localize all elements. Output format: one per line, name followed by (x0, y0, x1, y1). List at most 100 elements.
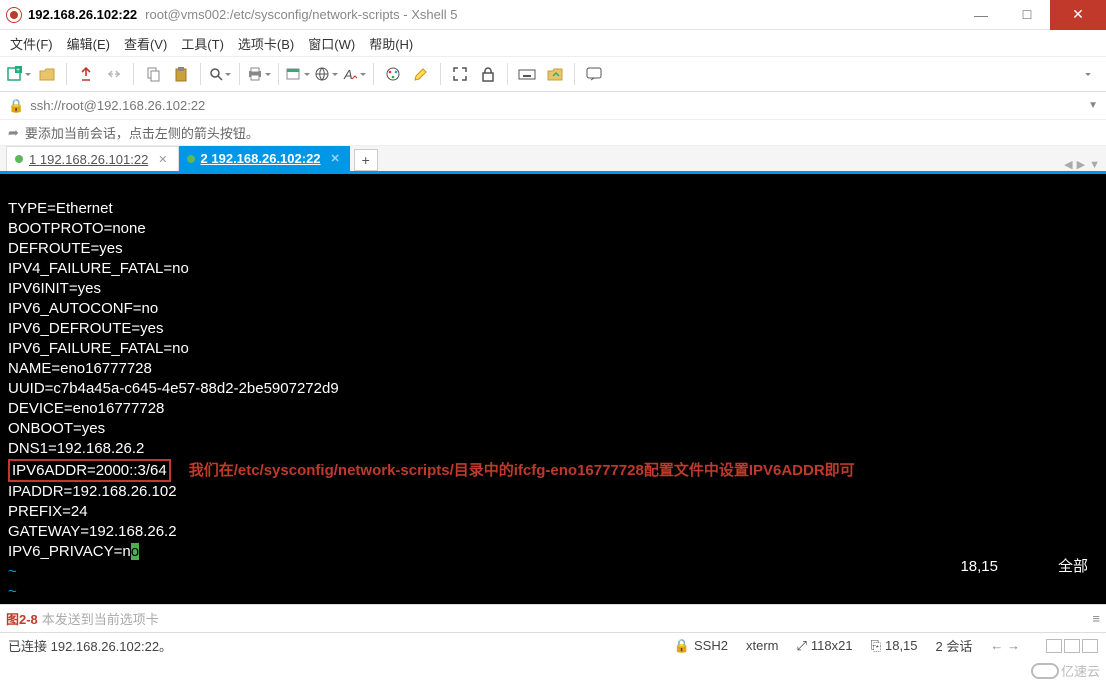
watermark-text: 亿速云 (1061, 661, 1100, 680)
disconnect-button[interactable] (101, 61, 127, 87)
find-button[interactable] (207, 61, 233, 87)
app-icon (6, 7, 22, 23)
terminal-line: IPV6_FAILURE_FATAL=no (8, 340, 189, 357)
status-dot-icon (187, 155, 195, 163)
toolbar-separator (200, 63, 201, 85)
help-button[interactable] (581, 61, 607, 87)
vim-status: 18,15全部 (960, 557, 1088, 576)
menu-view[interactable]: 查看(V) (124, 34, 167, 53)
status-dot-icon (15, 155, 23, 163)
send-menu-button[interactable]: ≡ (1092, 611, 1100, 626)
reconnect-button[interactable] (73, 61, 99, 87)
terminal-line: BOOTPROTO=none (8, 220, 146, 237)
terminal-line: DNS1=192.168.26.2 (8, 440, 144, 457)
highlighted-line: IPV6ADDR=2000::3/64 (8, 459, 171, 482)
figure-label: 图2-8 (6, 609, 38, 628)
copy-button[interactable] (140, 61, 166, 87)
annotation-text: 我们在/etc/sysconfig/network-scripts/目录中的if… (189, 462, 855, 479)
menu-window[interactable]: 窗口(W) (308, 34, 355, 53)
open-button[interactable] (34, 61, 60, 87)
tab-next-icon[interactable]: ▶ (1077, 158, 1085, 171)
menu-tools[interactable]: 工具(T) (181, 34, 224, 53)
color-scheme-button[interactable] (380, 61, 406, 87)
cursor-pos: ⎘ 18,15 (871, 638, 918, 654)
tab-list-icon[interactable]: ▼ (1089, 159, 1100, 171)
toolbar-separator (574, 63, 575, 85)
keyboard-button[interactable] (514, 61, 540, 87)
toolbar-separator (133, 63, 134, 85)
encoding-button[interactable] (313, 61, 339, 87)
tab-nav: ◀ ▶ ▼ (1064, 158, 1106, 171)
terminal-line: ONBOOT=yes (8, 420, 105, 437)
menu-help[interactable]: 帮助(H) (369, 34, 413, 53)
print-button[interactable] (246, 61, 272, 87)
properties-button[interactable] (285, 61, 311, 87)
terminal-line: GATEWAY=192.168.26.2 (8, 523, 177, 540)
tab-prev-icon[interactable]: ◀ (1064, 158, 1072, 171)
term-type: xterm (746, 638, 779, 653)
watermark: 亿速云 (1025, 659, 1106, 682)
window-controls: — ☐ ✕ (958, 0, 1106, 30)
terminal[interactable]: TYPE=Ethernet BOOTPROTO=none DEFROUTE=ye… (0, 174, 1106, 604)
cursor: o (131, 543, 139, 560)
terminal-line: UUID=c7b4a45a-c645-4e57-88d2-2be5907272d… (8, 380, 339, 397)
status-bar: 已连接 192.168.26.102:22。 🔒 SSH2 xterm ⤢ 11… (0, 632, 1106, 658)
address-dropdown[interactable]: ▼ (1088, 100, 1098, 111)
terminal-line: IPV4_FAILURE_FATAL=no (8, 260, 189, 277)
toolbar: + A (0, 56, 1106, 92)
hint-text: 要添加当前会话，点击左侧的箭头按钮。 (25, 123, 259, 142)
toolbar-separator (278, 63, 279, 85)
toolbar-separator (66, 63, 67, 85)
tab-number: 2 (201, 151, 208, 166)
session-nav[interactable]: ← → (990, 638, 1020, 653)
toolbar-overflow[interactable] (1074, 61, 1100, 87)
send-hint[interactable]: 本发送到当前选项卡 (42, 609, 159, 628)
term-size: ⤢ 118x21 (796, 638, 852, 654)
maximize-button[interactable]: ☐ (1004, 0, 1050, 30)
highlight-button[interactable] (408, 61, 434, 87)
terminal-line: PREFIX=24 (8, 503, 88, 520)
session-tab-1[interactable]: 1 192.168.26.101:22 ✕ (6, 146, 179, 171)
add-session-icon[interactable]: ➦ (8, 125, 19, 141)
session-tab-2[interactable]: 2 192.168.26.102:22 ✕ (179, 146, 350, 171)
menu-bar: 文件(F) 编辑(E) 查看(V) 工具(T) 选项卡(B) 窗口(W) 帮助(… (0, 30, 1106, 56)
lock-button[interactable] (475, 61, 501, 87)
paste-button[interactable] (168, 61, 194, 87)
address-text[interactable]: ssh://root@192.168.26.102:22 (30, 98, 205, 113)
tab-label: 192.168.26.101:22 (40, 152, 148, 167)
lock-icon: 🔒 (8, 98, 24, 114)
tab-close-icon[interactable]: ✕ (331, 152, 340, 165)
toolbar-separator (440, 63, 441, 85)
menu-tabs[interactable]: 选项卡(B) (238, 34, 294, 53)
title-bar: 192.168.26.102:22 root@vms002:/etc/sysco… (0, 0, 1106, 30)
vim-tilde: ~ (8, 563, 17, 580)
xftp-button[interactable] (542, 61, 568, 87)
window-subtitle: root@vms002:/etc/sysconfig/network-scrip… (145, 7, 457, 22)
terminal-line: IPV6INIT=yes (8, 280, 101, 297)
svg-text:+: + (16, 67, 20, 74)
minimize-button[interactable]: — (958, 0, 1004, 30)
menu-edit[interactable]: 编辑(E) (67, 34, 110, 53)
address-bar: 🔒 ssh://root@192.168.26.102:22 ▼ (0, 92, 1106, 120)
new-session-button[interactable]: + (6, 61, 32, 87)
terminal-line: TYPE=Ethernet (8, 200, 113, 217)
add-tab-button[interactable]: + (354, 149, 378, 171)
window-title: 192.168.26.102:22 (28, 7, 137, 22)
terminal-line: IPADDR=192.168.26.102 (8, 483, 177, 500)
toolbar-separator (373, 63, 374, 85)
vim-tilde: ~ (8, 583, 17, 600)
close-button[interactable]: ✕ (1050, 0, 1106, 30)
terminal-line: IPV6_AUTOCONF=no (8, 300, 158, 317)
terminal-line: NAME=eno16777728 (8, 360, 152, 377)
font-button[interactable]: A (341, 61, 367, 87)
menu-file[interactable]: 文件(F) (10, 34, 53, 53)
session-count: 2 会话 (936, 636, 973, 655)
tab-close-icon[interactable]: ✕ (158, 153, 167, 166)
fullscreen-button[interactable] (447, 61, 473, 87)
cloud-icon (1031, 663, 1059, 679)
toolbar-separator (507, 63, 508, 85)
send-bar: 图2-8本发送到当前选项卡 ≡ (0, 604, 1106, 632)
connection-status: 已连接 192.168.26.102:22。 (8, 636, 172, 655)
tab-strip: 1 192.168.26.101:22 ✕ 2 192.168.26.102:2… (0, 146, 1106, 174)
terminal-line: DEFROUTE=yes (8, 240, 123, 257)
